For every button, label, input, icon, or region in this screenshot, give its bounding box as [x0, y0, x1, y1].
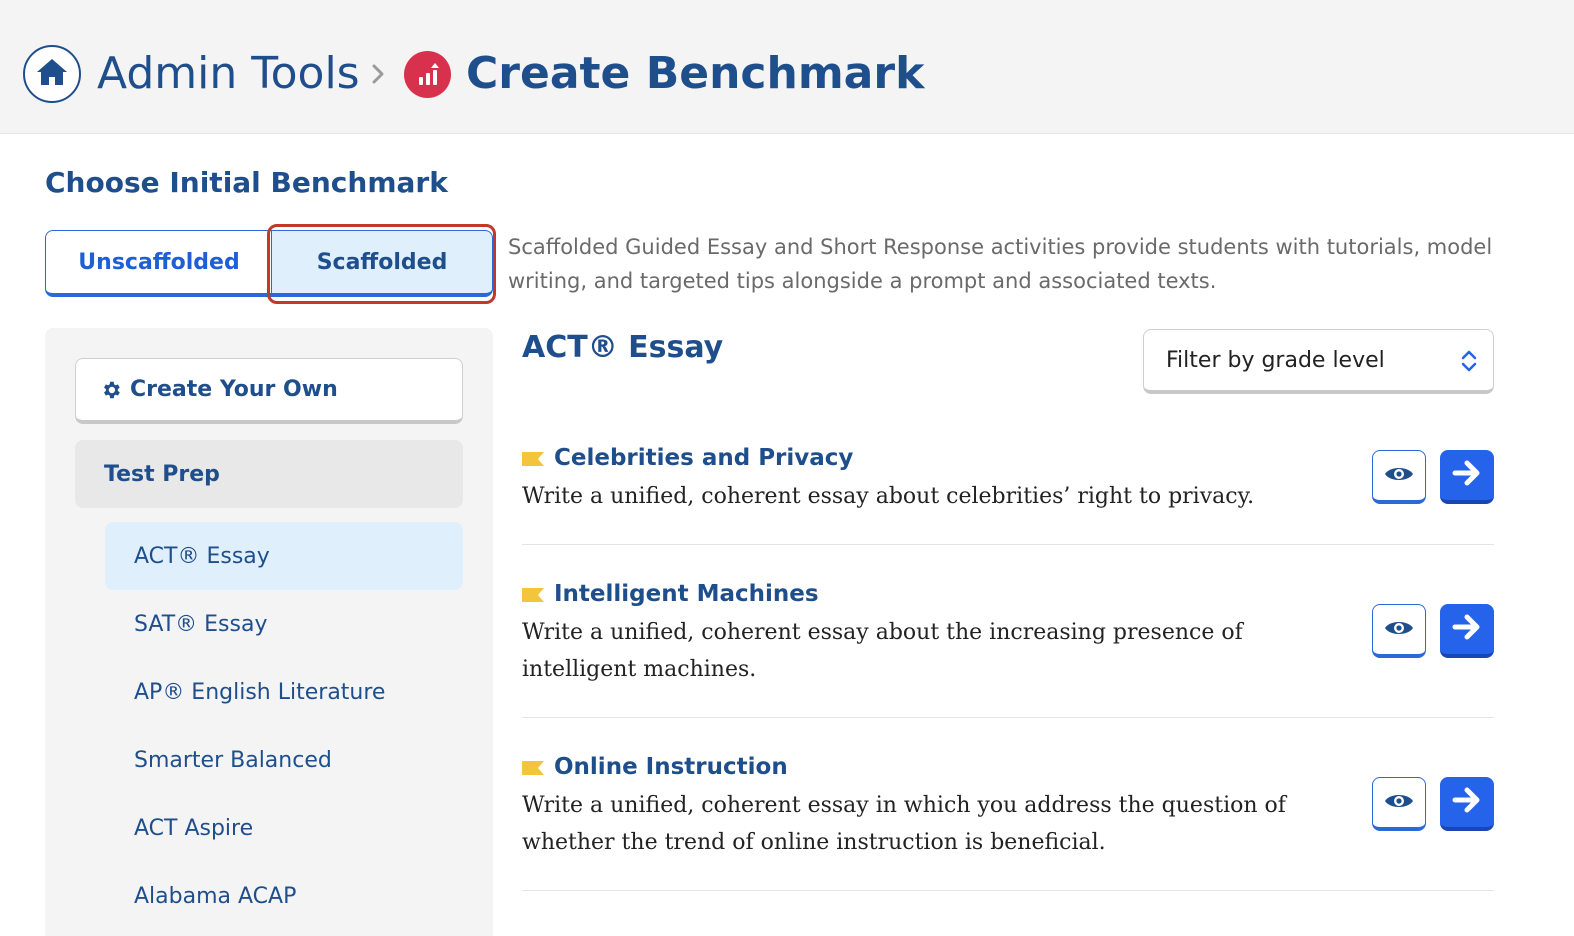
sidebar-item-act-essay[interactable]: ACT® Essay	[105, 522, 463, 590]
flag-icon	[522, 761, 544, 775]
item-title-link[interactable]: Intelligent Machines	[554, 579, 819, 609]
list-item: Online Instruction Write a unified, cohe…	[522, 749, 1494, 869]
create-your-own-label: Create Your Own	[130, 377, 338, 402]
page-title: Create Benchmark	[466, 48, 925, 99]
list-item: Celebrities and Privacy Write a unified,…	[522, 440, 1494, 520]
eye-icon	[1384, 464, 1414, 488]
arrow-right-icon	[1452, 786, 1482, 818]
preview-button[interactable]	[1372, 777, 1426, 831]
section-title: Choose Initial Benchmark	[45, 166, 448, 199]
sidebar-item-ap-english-literature[interactable]: AP® English Literature	[105, 658, 463, 726]
page-header: Admin Tools Create Benchmark	[0, 0, 1574, 134]
eye-icon	[1384, 618, 1414, 642]
eye-icon	[1384, 791, 1414, 815]
preview-button[interactable]	[1372, 450, 1426, 504]
sidebar-item-act-aspire[interactable]: ACT Aspire	[105, 794, 463, 862]
sidebar-item-smarter-balanced[interactable]: Smarter Balanced	[105, 726, 463, 794]
divider	[522, 717, 1494, 718]
content-title: ACT® Essay	[522, 330, 724, 365]
select-benchmark-button[interactable]	[1440, 450, 1494, 504]
unscaffolded-toggle-button[interactable]: Unscaffolded	[45, 230, 273, 297]
arrow-right-icon	[1452, 613, 1482, 645]
gear-icon	[100, 379, 122, 401]
toggle-description: Scaffolded Guided Essay and Short Respon…	[508, 235, 1493, 293]
item-title-link[interactable]: Online Instruction	[554, 752, 788, 782]
divider	[522, 544, 1494, 545]
sidebar-group-test-prep[interactable]: Test Prep	[75, 440, 463, 508]
home-button[interactable]	[23, 45, 81, 103]
list-item: Intelligent Machines Write a unified, co…	[522, 576, 1494, 696]
select-benchmark-button[interactable]	[1440, 604, 1494, 658]
item-title-link[interactable]: Celebrities and Privacy	[554, 443, 853, 473]
item-description: Write a unified, coherent essay in which…	[522, 793, 1286, 855]
sidebar-item-alabama-acap[interactable]: Alabama ACAP	[105, 862, 463, 930]
select-arrows-icon	[1459, 348, 1479, 380]
preview-button[interactable]	[1372, 604, 1426, 658]
filter-label: Filter by grade level	[1166, 347, 1385, 373]
create-your-own-button[interactable]: Create Your Own	[75, 358, 463, 424]
select-benchmark-button[interactable]	[1440, 777, 1494, 831]
sidebar: Create Your Own Test Prep ACT® Essay SAT…	[45, 328, 493, 936]
item-description: Write a unified, coherent essay about th…	[522, 620, 1243, 682]
chevron-right-icon	[368, 54, 388, 94]
grade-level-filter-select[interactable]: Filter by grade level	[1143, 329, 1494, 394]
flag-icon	[522, 588, 544, 602]
sidebar-item-sat-essay[interactable]: SAT® Essay	[105, 590, 463, 658]
item-description: Write a unified, coherent essay about ce…	[522, 484, 1255, 509]
flag-icon	[522, 452, 544, 466]
divider	[522, 890, 1494, 891]
breadcrumb-admin-tools[interactable]: Admin Tools	[97, 46, 360, 102]
arrow-right-icon	[1452, 459, 1482, 491]
chart-up-icon	[404, 51, 451, 98]
scaffolded-toggle-button[interactable]: Scaffolded	[271, 230, 493, 297]
home-icon	[35, 57, 69, 91]
